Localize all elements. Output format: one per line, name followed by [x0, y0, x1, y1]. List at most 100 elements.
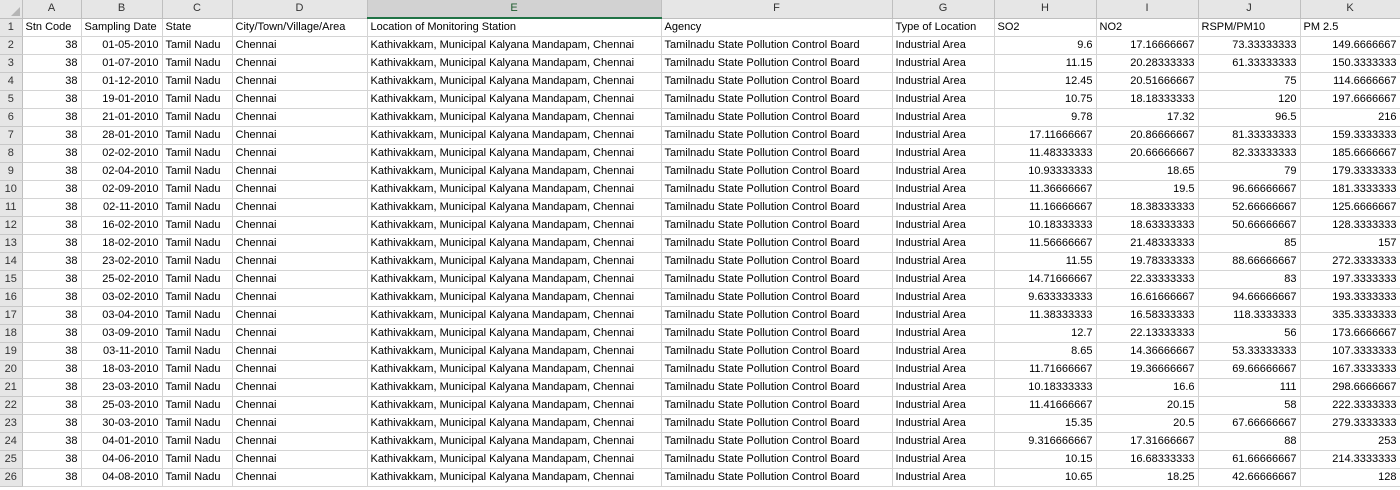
cell-state[interactable]: Tamil Nadu	[162, 270, 233, 289]
cell-state[interactable]: Tamil Nadu	[162, 144, 233, 163]
cell-rspm-pm10[interactable]: 96.66666667	[1198, 180, 1301, 199]
cell-stn-code[interactable]: 38	[22, 180, 82, 199]
cell-agency[interactable]: Tamilnadu State Pollution Control Board	[661, 108, 893, 127]
cell-pm25[interactable]: 173.6666667	[1300, 324, 1400, 343]
cell-pm25[interactable]: 167.3333333	[1300, 360, 1400, 379]
cell-agency[interactable]: Tamilnadu State Pollution Control Board	[661, 198, 893, 217]
cell-city[interactable]: Chennai	[232, 144, 368, 163]
cell-state[interactable]: Tamil Nadu	[162, 216, 233, 235]
cell-so2[interactable]: 11.16666667	[994, 198, 1097, 217]
row-header[interactable]: 3	[0, 54, 23, 73]
row-header[interactable]: 1	[0, 18, 23, 37]
cell-no2[interactable]: 17.32	[1096, 108, 1199, 127]
row-header[interactable]: 4	[0, 72, 23, 91]
cell-no2[interactable]: 19.36666667	[1096, 360, 1199, 379]
cell-pm25[interactable]: 107.3333333	[1300, 342, 1400, 361]
cell-city[interactable]: Chennai	[232, 162, 368, 181]
cell-sampling-date[interactable]: 03-02-2010	[81, 288, 163, 307]
cell-no2[interactable]: 20.66666667	[1096, 144, 1199, 163]
cell-stn-code[interactable]: 38	[22, 378, 82, 397]
cell-location[interactable]: Kathivakkam, Municipal Kalyana Mandapam,…	[367, 378, 662, 397]
cell-city[interactable]: Chennai	[232, 432, 368, 451]
cell-stn-code[interactable]: 38	[22, 144, 82, 163]
cell-city[interactable]: Chennai	[232, 360, 368, 379]
cell-agency[interactable]: Tamilnadu State Pollution Control Board	[661, 396, 893, 415]
cell-type-of-location[interactable]: Industrial Area	[892, 306, 995, 325]
cell-location[interactable]: Kathivakkam, Municipal Kalyana Mandapam,…	[367, 396, 662, 415]
cell-stn-code[interactable]: 38	[22, 54, 82, 73]
cell-type-of-location-header[interactable]: Type of Location	[892, 18, 995, 37]
cell-city[interactable]: Chennai	[232, 324, 368, 343]
cell-rspm-pm10[interactable]: 111	[1198, 378, 1301, 397]
cell-stn-code[interactable]: 38	[22, 162, 82, 181]
cell-sampling-date[interactable]: 25-03-2010	[81, 396, 163, 415]
column-header-h[interactable]: H	[994, 0, 1097, 19]
cell-stn-code[interactable]: 38	[22, 450, 82, 469]
cell-agency[interactable]: Tamilnadu State Pollution Control Board	[661, 324, 893, 343]
cell-rspm-pm10[interactable]: 58	[1198, 396, 1301, 415]
cell-no2[interactable]: 20.5	[1096, 414, 1199, 433]
cell-agency[interactable]: Tamilnadu State Pollution Control Board	[661, 450, 893, 469]
cell-stn-code[interactable]: 38	[22, 36, 82, 55]
cell-city[interactable]: Chennai	[232, 126, 368, 145]
cell-city[interactable]: Chennai	[232, 342, 368, 361]
cell-state[interactable]: Tamil Nadu	[162, 396, 233, 415]
row-header[interactable]: 25	[0, 450, 23, 469]
cell-so2[interactable]: 12.7	[994, 324, 1097, 343]
row-header[interactable]: 24	[0, 432, 23, 451]
cell-sampling-date-header[interactable]: Sampling Date	[81, 18, 163, 37]
cell-location[interactable]: Kathivakkam, Municipal Kalyana Mandapam,…	[367, 468, 662, 487]
cell-no2[interactable]: 19.78333333	[1096, 252, 1199, 271]
cell-so2[interactable]: 9.633333333	[994, 288, 1097, 307]
cell-rspm-pm10[interactable]: 52.66666667	[1198, 198, 1301, 217]
cell-stn-code[interactable]: 38	[22, 234, 82, 253]
cell-so2[interactable]: 10.18333333	[994, 378, 1097, 397]
cell-type-of-location[interactable]: Industrial Area	[892, 72, 995, 91]
cell-state[interactable]: Tamil Nadu	[162, 306, 233, 325]
row-header[interactable]: 5	[0, 90, 23, 109]
cell-stn-code[interactable]: 38	[22, 126, 82, 145]
row-header[interactable]: 19	[0, 342, 23, 361]
cell-location[interactable]: Kathivakkam, Municipal Kalyana Mandapam,…	[367, 288, 662, 307]
cell-rspm-pm10[interactable]: 61.33333333	[1198, 54, 1301, 73]
cell-pm25[interactable]: 298.6666667	[1300, 378, 1400, 397]
cell-state[interactable]: Tamil Nadu	[162, 342, 233, 361]
cell-so2-header[interactable]: SO2	[994, 18, 1097, 37]
cell-so2[interactable]: 10.15	[994, 450, 1097, 469]
cell-city[interactable]: Chennai	[232, 306, 368, 325]
row-header[interactable]: 13	[0, 234, 23, 253]
cell-location[interactable]: Kathivakkam, Municipal Kalyana Mandapam,…	[367, 342, 662, 361]
row-header[interactable]: 18	[0, 324, 23, 343]
row-header[interactable]: 16	[0, 288, 23, 307]
cell-pm25[interactable]: 128.3333333	[1300, 216, 1400, 235]
cell-city[interactable]: Chennai	[232, 414, 368, 433]
cell-no2[interactable]: 16.68333333	[1096, 450, 1199, 469]
cell-rspm-pm10-header[interactable]: RSPM/PM10	[1198, 18, 1301, 37]
cell-so2[interactable]: 11.56666667	[994, 234, 1097, 253]
cell-rspm-pm10[interactable]: 120	[1198, 90, 1301, 109]
cell-sampling-date[interactable]: 25-02-2010	[81, 270, 163, 289]
cell-city[interactable]: Chennai	[232, 252, 368, 271]
cell-state[interactable]: Tamil Nadu	[162, 36, 233, 55]
cell-so2[interactable]: 11.15	[994, 54, 1097, 73]
cell-agency[interactable]: Tamilnadu State Pollution Control Board	[661, 72, 893, 91]
cell-pm25[interactable]: 193.3333333	[1300, 288, 1400, 307]
cell-so2[interactable]: 14.71666667	[994, 270, 1097, 289]
cell-rspm-pm10[interactable]: 53.33333333	[1198, 342, 1301, 361]
cell-type-of-location[interactable]: Industrial Area	[892, 36, 995, 55]
cell-state[interactable]: Tamil Nadu	[162, 324, 233, 343]
cell-type-of-location[interactable]: Industrial Area	[892, 90, 995, 109]
cell-sampling-date[interactable]: 16-02-2010	[81, 216, 163, 235]
cell-type-of-location[interactable]: Industrial Area	[892, 414, 995, 433]
cell-pm25[interactable]: 181.3333333	[1300, 180, 1400, 199]
cell-pm25[interactable]: 214.3333333	[1300, 450, 1400, 469]
column-header-i[interactable]: I	[1096, 0, 1199, 19]
cell-pm25[interactable]: 125.6666667	[1300, 198, 1400, 217]
cell-agency[interactable]: Tamilnadu State Pollution Control Board	[661, 288, 893, 307]
cell-no2[interactable]: 20.86666667	[1096, 126, 1199, 145]
cell-rspm-pm10[interactable]: 83	[1198, 270, 1301, 289]
cell-no2[interactable]: 17.16666667	[1096, 36, 1199, 55]
cell-stn-code[interactable]: 38	[22, 216, 82, 235]
cell-rspm-pm10[interactable]: 88	[1198, 432, 1301, 451]
cell-location[interactable]: Kathivakkam, Municipal Kalyana Mandapam,…	[367, 198, 662, 217]
